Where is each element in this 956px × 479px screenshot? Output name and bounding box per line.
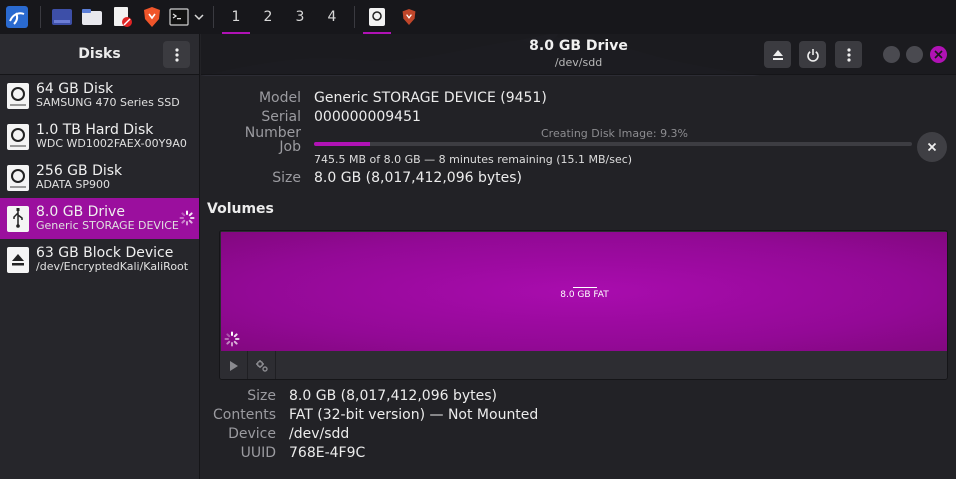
volume-map: 8.0 GB FAT — [219, 230, 948, 380]
device-model: ADATA SP900 — [36, 178, 110, 192]
job-label: Job — [279, 139, 301, 155]
device-value: /dev/sdd — [289, 426, 350, 442]
chevron-down-icon[interactable] — [191, 0, 207, 34]
job-detail: 745.5 MB of 8.0 GB — 8 minutes remaining… — [314, 153, 633, 166]
play-icon — [229, 360, 238, 371]
drive-menu-button[interactable] — [835, 41, 862, 68]
power-icon — [806, 48, 819, 62]
contents-label: Contents — [213, 407, 276, 423]
device-name: 1.0 TB Hard Disk — [36, 122, 154, 139]
app-menu-button[interactable] — [163, 41, 190, 68]
drive-header: 8.0 GB Drive /dev/sdd — [201, 34, 956, 75]
volume-toolbar — [220, 351, 947, 379]
device-item-1tb-hard-disk[interactable]: 1.0 TB Hard Disk WDC WD1002FAEX-00Y9A0 — [0, 116, 199, 157]
sidebar-header: Disks — [0, 34, 199, 75]
disk-icon — [7, 164, 29, 191]
serial-label: Serial Number — [244, 109, 301, 141]
show-desktop-icon[interactable] — [47, 0, 77, 34]
block-device-icon — [7, 246, 29, 273]
workspace-2[interactable]: 2 — [252, 0, 284, 34]
maximize-button[interactable] — [906, 46, 923, 63]
volumes-title: Volumes — [207, 201, 274, 217]
terminal-icon[interactable] — [167, 0, 191, 34]
size-value: 8.0 GB (8,017,412,096 bytes) — [314, 170, 522, 186]
device-item-63gb-block-device[interactable]: 63 GB Block Device /dev/EncryptedKali/Ka… — [0, 239, 199, 280]
device-item-256gb-disk[interactable]: 256 GB Disk ADATA SP900 — [0, 157, 199, 198]
uuid-value: 768E-4F9C — [289, 445, 366, 461]
disk-icon — [7, 82, 29, 109]
device-name: 63 GB Block Device — [36, 245, 174, 262]
mount-button[interactable] — [220, 351, 248, 379]
drive-info-panel: Model Generic STORAGE DEVICE (9451) Seri… — [201, 76, 956, 479]
partition-usage-bar — [573, 287, 597, 288]
eject-button[interactable] — [764, 41, 791, 68]
partition-fat[interactable]: 8.0 GB FAT — [221, 232, 947, 351]
model-value: Generic STORAGE DEVICE (9451) — [314, 90, 547, 106]
brave-browser-icon — [402, 9, 416, 25]
device-model: Generic STORAGE DEVICE — [36, 219, 179, 233]
sidebar: Disks 64 GB Disk SAMSUNG 470 Series SSD … — [0, 34, 200, 479]
partition-label: 8.0 GB FAT — [560, 290, 609, 300]
workspace-1[interactable]: 1 — [220, 0, 252, 34]
taskbar-separator — [40, 6, 41, 28]
device-model: SAMSUNG 470 Series SSD — [36, 96, 180, 110]
usb-drive-icon — [7, 205, 29, 232]
disks-app-icon — [369, 8, 385, 26]
device-item-64gb-disk[interactable]: 64 GB Disk SAMSUNG 470 Series SSD — [0, 75, 199, 116]
serial-value: 000000009451 — [314, 109, 421, 125]
partition-settings-button[interactable] — [248, 351, 276, 379]
close-icon — [927, 142, 937, 152]
taskbar-separator — [213, 6, 214, 28]
close-icon — [934, 50, 943, 59]
job-progress-bar — [314, 142, 912, 146]
taskbar-separator — [354, 6, 355, 28]
sidebar-title: Disks — [78, 46, 121, 62]
job-progress-fill — [314, 142, 370, 146]
device-name: 64 GB Disk — [36, 81, 114, 98]
gears-icon — [255, 359, 268, 372]
task-brave[interactable] — [393, 0, 425, 34]
busy-spinner-icon — [179, 210, 195, 226]
taskbar: 1 2 3 4 — [0, 0, 956, 34]
workspace-3[interactable]: 3 — [284, 0, 316, 34]
job-title: Creating Disk Image: 9.3% — [541, 127, 689, 140]
device-name: 8.0 GB Drive — [36, 204, 125, 221]
device-model: WDC WD1002FAEX-00Y9A0 — [36, 137, 187, 151]
vertical-dots-icon — [846, 47, 851, 62]
kali-menu-icon[interactable] — [0, 0, 34, 34]
device-item-8gb-drive[interactable]: 8.0 GB Drive Generic STORAGE DEVICE — [0, 198, 199, 239]
contents-value: FAT (32-bit version) — Not Mounted — [289, 407, 539, 423]
size-label: Size — [272, 170, 301, 186]
volume-size-label: Size — [247, 388, 276, 404]
brave-browser-icon[interactable] — [137, 0, 167, 34]
cancel-job-button[interactable] — [917, 132, 947, 162]
uuid-label: UUID — [240, 445, 276, 461]
vertical-dots-icon — [174, 47, 179, 62]
power-off-button[interactable] — [799, 41, 826, 68]
device-model: /dev/EncryptedKali/KaliRoot — [36, 260, 189, 274]
eject-icon — [772, 49, 783, 60]
device-name: 256 GB Disk — [36, 163, 123, 180]
text-editor-icon[interactable] — [107, 0, 137, 34]
model-label: Model — [258, 90, 301, 106]
device-label: Device — [228, 426, 276, 442]
file-manager-icon[interactable] — [77, 0, 107, 34]
disk-icon — [7, 123, 29, 150]
busy-spinner-icon — [224, 331, 240, 347]
minimize-button[interactable] — [883, 46, 900, 63]
workspace-4[interactable]: 4 — [316, 0, 348, 34]
volume-size-value: 8.0 GB (8,017,412,096 bytes) — [289, 388, 497, 404]
close-window-button[interactable] — [930, 46, 947, 63]
task-disks[interactable] — [361, 0, 393, 34]
